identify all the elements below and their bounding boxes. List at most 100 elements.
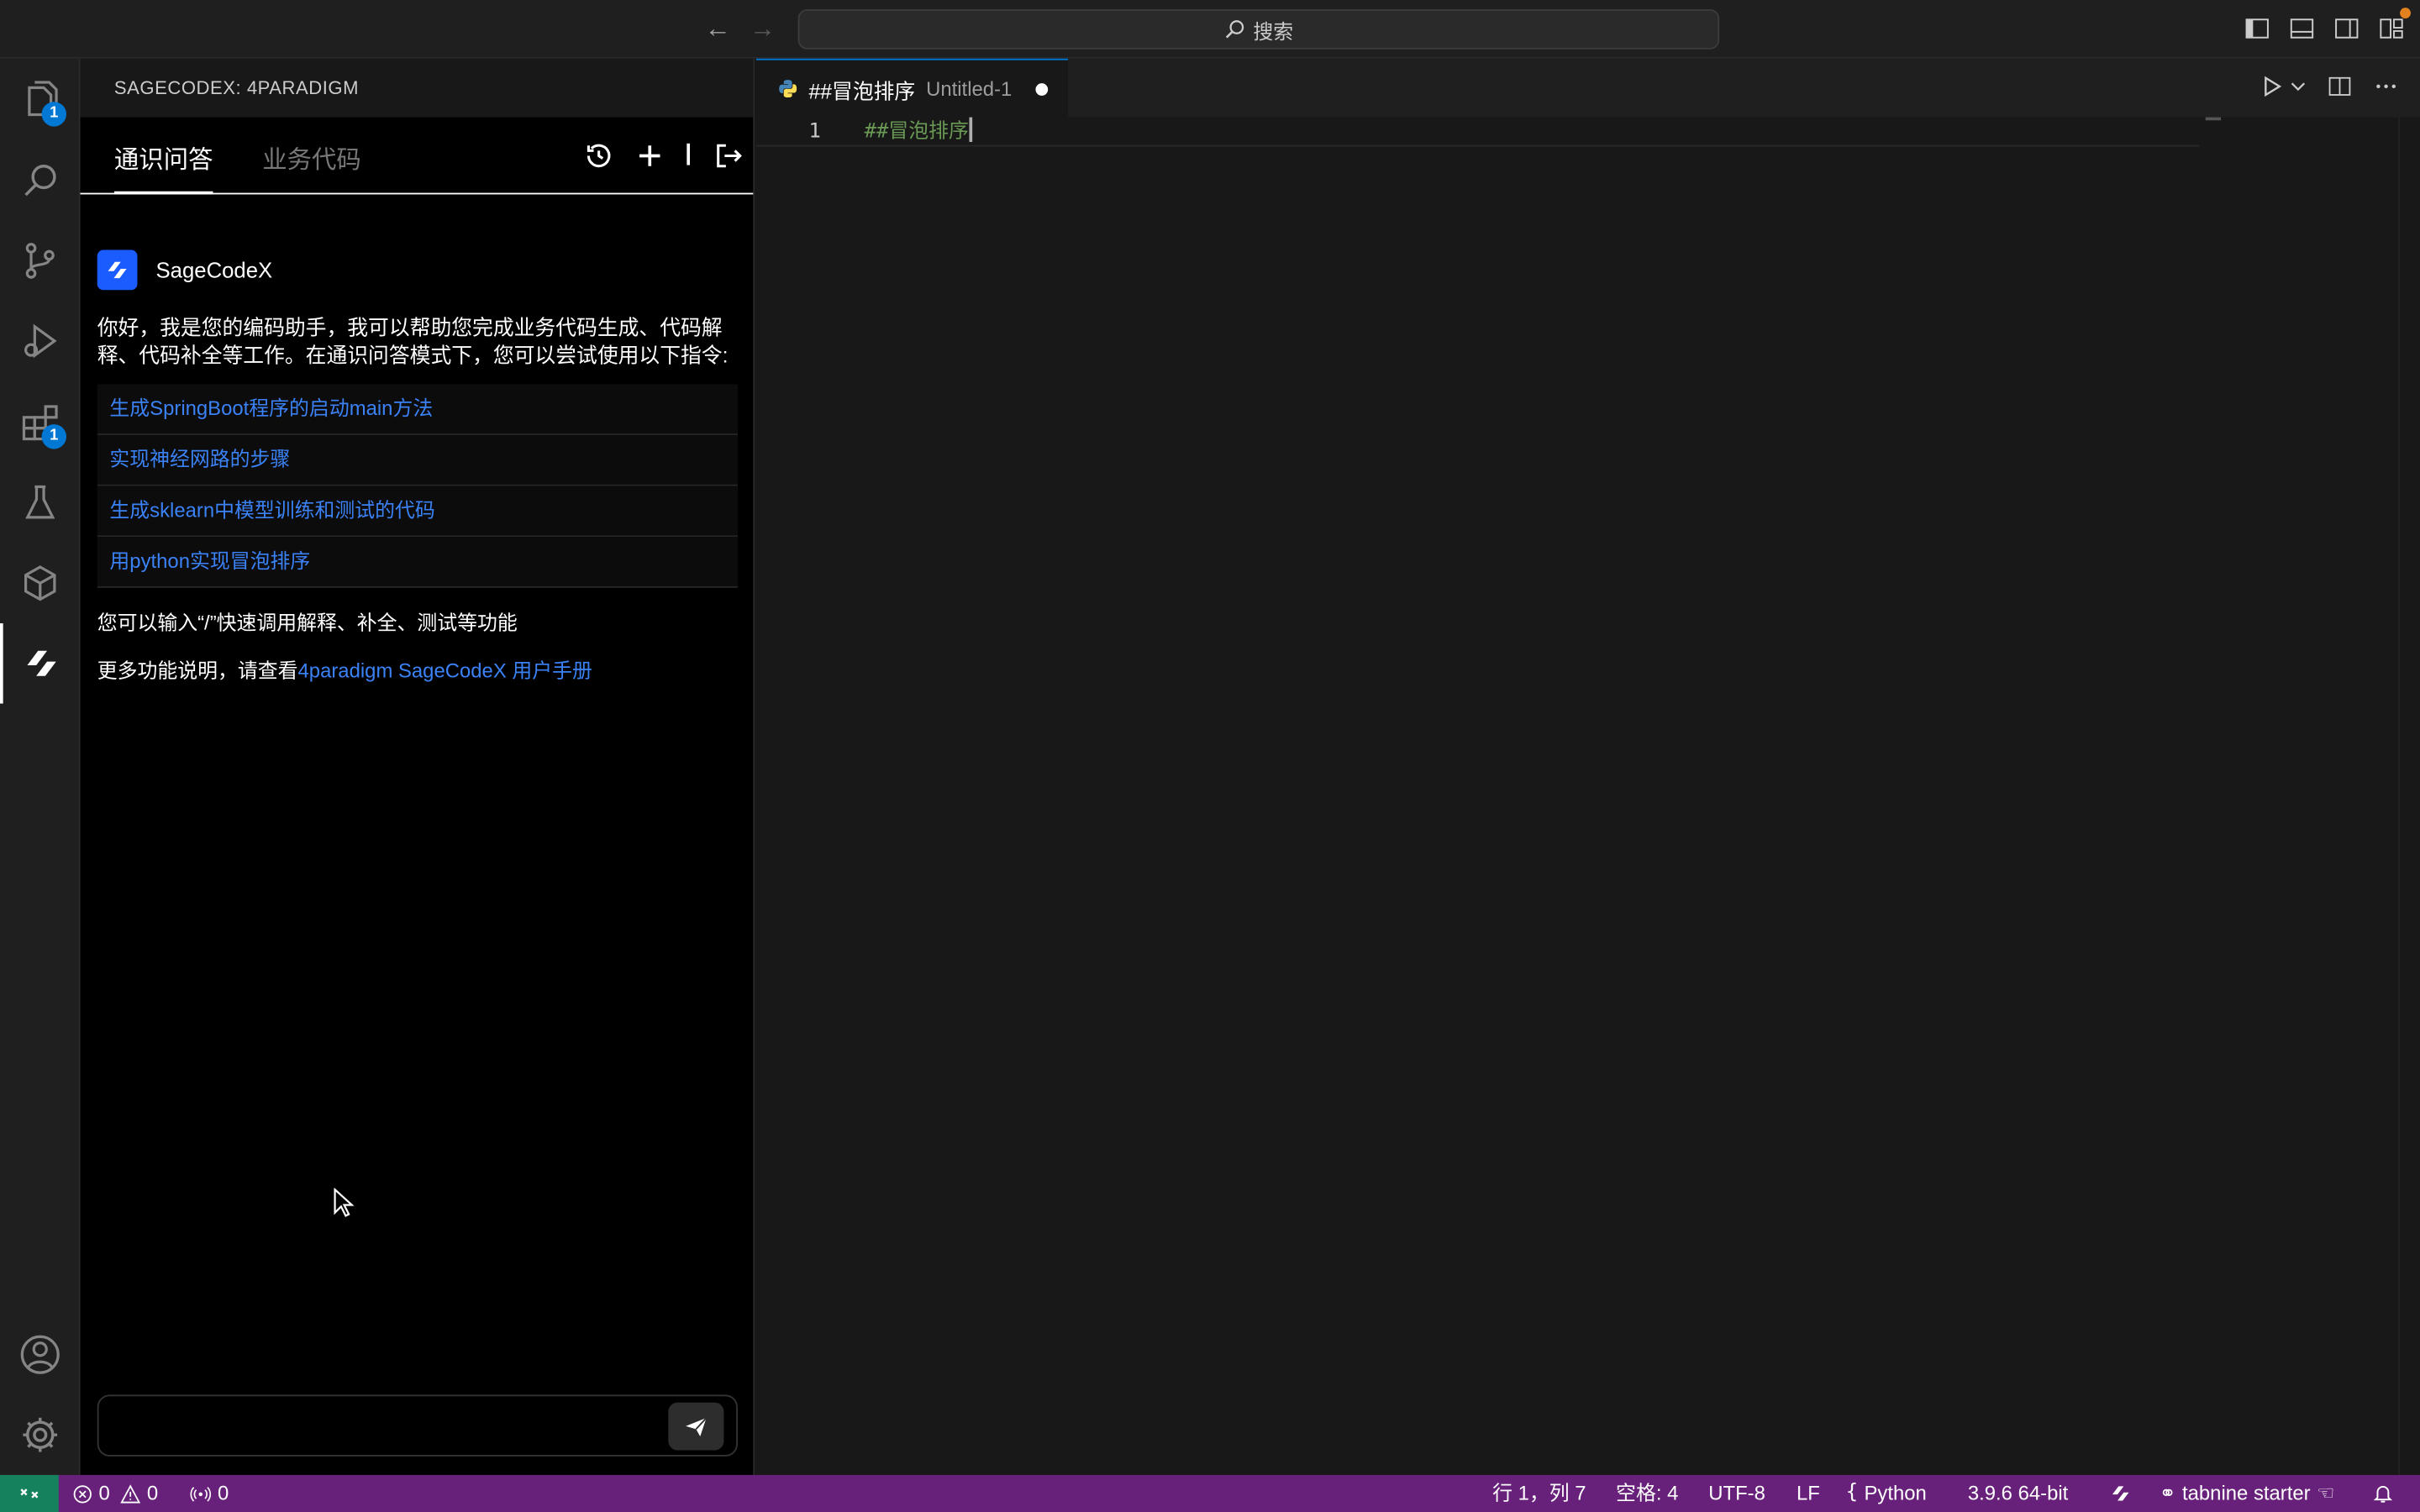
tab-file-description: Untitled-1 xyxy=(926,76,1013,101)
sagecodex-logo-icon xyxy=(108,261,127,279)
gear-icon xyxy=(23,1417,58,1452)
bell-icon xyxy=(2373,1485,2393,1503)
search-icon xyxy=(1225,20,1244,39)
tab-business-code[interactable]: 业务代码 xyxy=(262,139,361,176)
sagecodex-status[interactable] xyxy=(2108,1475,2133,1512)
editor-area: ##冒泡排序 Untitled-1 1 ##冒泡排序 xyxy=(756,58,2420,1475)
slash-command-tip: 您可以输入“/”快速调用解释、补全、测试等功能 xyxy=(97,611,518,634)
split-editor-icon[interactable] xyxy=(2328,74,2352,98)
explorer-badge: 1 xyxy=(41,102,66,127)
toggle-panel-icon[interactable] xyxy=(2289,15,2315,41)
error-icon xyxy=(73,1484,92,1503)
text-cursor xyxy=(968,117,972,142)
run-python-icon[interactable] xyxy=(2260,74,2284,98)
end-of-line[interactable]: LF xyxy=(1797,1475,1820,1512)
logout-icon[interactable] xyxy=(713,140,744,171)
editor-tab-untitled[interactable]: ##冒泡排序 Untitled-1 xyxy=(756,58,1069,118)
sagecodex-logo-icon xyxy=(2112,1486,2129,1501)
toggle-secondary-sidebar-icon[interactable] xyxy=(2333,15,2360,41)
toggle-primary-sidebar-icon[interactable] xyxy=(2244,15,2270,41)
ports-indicator[interactable]: 0 xyxy=(190,1475,229,1512)
activity-bar: 1 1 xyxy=(0,58,81,1475)
indentation[interactable]: 空格: 4 xyxy=(1616,1475,1678,1512)
unsaved-dot-icon[interactable] xyxy=(1034,82,1048,95)
sagecodex-logo-icon xyxy=(27,650,56,676)
more-info-prefix: 更多功能说明，请查看 xyxy=(97,659,298,682)
warning-icon xyxy=(120,1483,141,1503)
more-info-line: 更多功能说明，请查看4paradigm SageCodeX 用户手册 xyxy=(97,657,738,685)
error-count: 0 xyxy=(98,1481,110,1504)
remote-indicator[interactable] xyxy=(0,1474,59,1512)
remote-explorer-button[interactable] xyxy=(0,543,81,624)
chat-input[interactable] xyxy=(97,1394,738,1457)
new-chat-plus-icon[interactable] xyxy=(634,140,666,171)
pointing-hand-icon: ☜ xyxy=(2316,1481,2335,1504)
minimap[interactable] xyxy=(2205,117,2222,121)
run-debug-button[interactable] xyxy=(0,301,81,381)
bot-header: SageCodeX xyxy=(97,249,738,291)
testing-button[interactable] xyxy=(0,463,81,543)
code-line[interactable]: 1 ##冒泡排序 xyxy=(756,117,2200,147)
extensions-button[interactable]: 1 xyxy=(0,383,81,464)
python-file-icon xyxy=(779,80,797,98)
braces-icon: { xyxy=(1845,1481,1859,1504)
file-encoding[interactable]: UTF-8 xyxy=(1708,1475,1765,1512)
warning-count: 0 xyxy=(146,1481,159,1504)
code-text-wrap[interactable]: ##冒泡排序 xyxy=(864,117,972,147)
suggestion-item[interactable]: 实现神经网路的步骤 xyxy=(97,434,738,486)
update-indicator-dot xyxy=(2400,8,2411,19)
notifications-bell[interactable] xyxy=(2372,1475,2394,1512)
remote-icon xyxy=(20,1488,39,1499)
problems-indicator[interactable]: 0 0 xyxy=(72,1475,158,1512)
forward-arrow-icon[interactable]: → xyxy=(747,14,778,45)
user-manual-link[interactable]: 4paradigm SageCodeX 用户手册 xyxy=(298,659,592,682)
search-view-button[interactable] xyxy=(0,140,81,221)
tab-file-name: ##冒泡排序 xyxy=(808,79,916,103)
python-interpreter[interactable]: 3.9.6 64-bit xyxy=(1968,1475,2068,1512)
back-arrow-icon[interactable]: ← xyxy=(702,14,734,45)
suggestion-list: 生成SpringBoot程序的启动main方法 实现神经网路的步骤 生成skle… xyxy=(97,384,738,588)
language-name: Python xyxy=(1864,1481,1927,1504)
explorer-button[interactable]: 1 xyxy=(0,60,81,141)
code-comment: ##冒泡排序 xyxy=(864,120,969,144)
more-actions-icon[interactable] xyxy=(2374,74,2398,98)
send-icon xyxy=(686,1416,708,1436)
ports-count: 0 xyxy=(217,1481,229,1504)
sagecodex-button[interactable] xyxy=(0,623,81,704)
suggestion-item[interactable]: 生成sklearn中模型训练和测试的代码 xyxy=(97,486,738,538)
history-icon[interactable] xyxy=(583,140,614,171)
vertical-scrollbar[interactable] xyxy=(2398,117,2420,1475)
mouse-pointer-icon xyxy=(334,1188,355,1217)
magnifier-icon xyxy=(24,165,56,197)
sagecodex-avatar xyxy=(97,249,138,291)
sagecodex-sidebar: SAGECODEX: 4PARADIGM 通识问答 业务代码 SageCodeX… xyxy=(80,58,755,1475)
send-button[interactable] xyxy=(668,1402,724,1451)
source-control-button[interactable] xyxy=(0,221,81,302)
title-bar: ← → 搜索 xyxy=(0,0,2420,59)
line-number: 1 xyxy=(808,120,821,144)
cube-icon xyxy=(24,565,56,601)
tabnine-label: tabnine starter xyxy=(2181,1481,2311,1504)
suggestion-item[interactable]: 用python实现冒泡排序 xyxy=(97,537,738,588)
customize-layout-icon[interactable] xyxy=(2378,15,2404,41)
extensions-badge: 1 xyxy=(41,424,66,449)
chat-mode-tabs: 通识问答 业务代码 xyxy=(80,118,754,195)
run-debug-icon xyxy=(24,323,57,359)
tab-general-qa[interactable]: 通识问答 xyxy=(113,139,213,195)
broadcast-icon xyxy=(190,1486,212,1501)
suggestion-item[interactable]: 生成SpringBoot程序的启动main方法 xyxy=(97,384,738,435)
cursor-position[interactable]: 行 1，列 7 xyxy=(1492,1475,1586,1512)
chevron-down-icon[interactable] xyxy=(2291,79,2306,94)
tabnine-icon: ⚭ xyxy=(2159,1481,2176,1504)
intro-message: 你好，我是您的编码助手，我可以帮助您完成业务代码生成、代码解释、代码补全等工作。… xyxy=(97,316,729,368)
bot-name: SageCodeX xyxy=(155,257,273,283)
account-icon xyxy=(20,1335,60,1374)
accounts-button[interactable] xyxy=(0,1315,81,1395)
language-mode[interactable]: { Python xyxy=(1846,1475,1927,1512)
source-control-icon xyxy=(25,243,55,279)
tabnine-status[interactable]: ⚭ tabnine starter ☜ xyxy=(2160,1475,2335,1512)
editor-tab-bar: ##冒泡排序 Untitled-1 xyxy=(756,58,2420,118)
toolbar-divider xyxy=(687,143,691,165)
command-center-search[interactable]: 搜索 xyxy=(797,9,1720,50)
manage-button[interactable] xyxy=(0,1394,81,1475)
